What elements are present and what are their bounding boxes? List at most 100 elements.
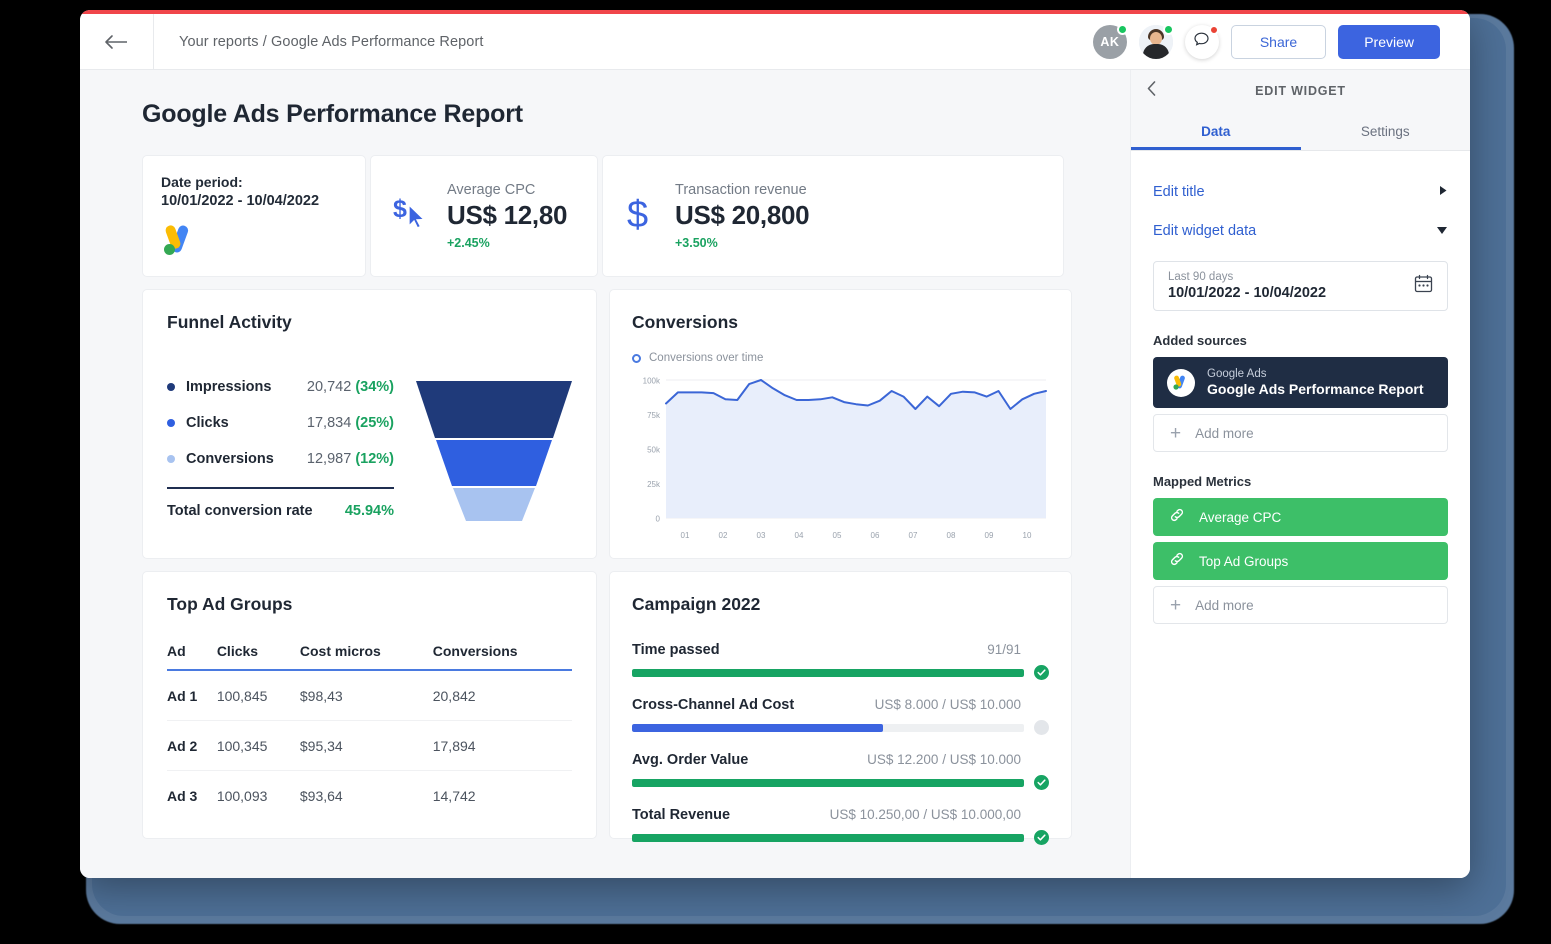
date-preset-label: Last 90 days bbox=[1168, 271, 1326, 283]
metric-chip-top-ad-groups[interactable]: Top Ad Groups bbox=[1153, 542, 1448, 580]
add-more-sources-button[interactable]: + Add more bbox=[1153, 414, 1448, 452]
conversions-title: Conversions bbox=[632, 312, 1049, 333]
add-more-sources-label: Add more bbox=[1195, 426, 1254, 441]
top-bar: Your reports / Google Ads Performance Re… bbox=[80, 14, 1470, 70]
ad-groups-table: Ad Clicks Cost micros Conversions Ad 1 1… bbox=[167, 643, 572, 820]
cpc-cursor-dollar-icon: $ bbox=[393, 193, 431, 240]
svg-text:09: 09 bbox=[985, 531, 994, 540]
svg-text:01: 01 bbox=[681, 531, 690, 540]
column-header-clicks: Clicks bbox=[217, 643, 300, 670]
metric-chip-average-cpc[interactable]: Average CPC bbox=[1153, 498, 1448, 536]
funnel-row: Clicks 17,834 (25%) bbox=[167, 415, 394, 431]
campaign-goal-row: Cross-Channel Ad Cost US$ 8.000 / US$ 10… bbox=[632, 697, 1049, 735]
date-range-picker[interactable]: Last 90 days 10/01/2022 - 10/04/2022 bbox=[1153, 261, 1448, 311]
goal-value: US$ 10.250,00 / US$ 10.000,00 bbox=[830, 807, 1021, 822]
edit-widget-data-label: Edit widget data bbox=[1153, 223, 1256, 239]
date-range-value: 10/01/2022 - 10/04/2022 bbox=[1168, 285, 1326, 301]
page-title: Google Ads Performance Report bbox=[142, 100, 1100, 129]
cell-clicks: 100,093 bbox=[217, 771, 300, 821]
link-icon bbox=[1169, 507, 1185, 528]
kpi-value: US$ 20,800 bbox=[675, 200, 809, 231]
edit-widget-panel: EDIT WIDGET Data Settings Edit title Edi… bbox=[1130, 70, 1470, 878]
table-row: Ad 1 100,845 $98,43 20,842 bbox=[167, 670, 572, 721]
breadcrumb[interactable]: Your reports / Google Ads Performance Re… bbox=[154, 34, 484, 50]
kpi-card-transaction-revenue[interactable]: $ Transaction revenue US$ 20,800 +3.50% bbox=[602, 155, 1064, 277]
avatar-ak[interactable]: AK bbox=[1093, 25, 1127, 59]
tab-data[interactable]: Data bbox=[1131, 112, 1301, 150]
source-card-google-ads[interactable]: Google Ads Google Ads Performance Report bbox=[1153, 357, 1448, 408]
calendar-icon bbox=[1414, 274, 1433, 298]
chevron-down-icon bbox=[1436, 223, 1448, 239]
funnel-total-label: Total conversion rate bbox=[167, 503, 313, 519]
google-ads-logo bbox=[1167, 369, 1195, 397]
cell-conversions: 14,742 bbox=[433, 771, 572, 821]
cell-clicks: 100,345 bbox=[217, 721, 300, 771]
edit-widget-body: Edit title Edit widget data Last bbox=[1131, 151, 1470, 624]
funnel-row: Impressions 20,742 (34%) bbox=[167, 379, 394, 395]
funnel-bullet-impressions bbox=[167, 383, 175, 391]
funnel-row-name: Conversions bbox=[186, 451, 274, 467]
svg-text:08: 08 bbox=[947, 531, 956, 540]
middle-row: Funnel Activity Impressions 20,742 (34%) bbox=[142, 289, 1100, 559]
add-more-metrics-button[interactable]: + Add more bbox=[1153, 586, 1448, 624]
edit-title-row[interactable]: Edit title bbox=[1153, 173, 1448, 212]
edit-widget-tabs: Data Settings bbox=[1131, 112, 1470, 151]
chat-button[interactable] bbox=[1185, 25, 1219, 59]
svg-text:10: 10 bbox=[1023, 531, 1032, 540]
report-canvas: Google Ads Performance Report Date perio… bbox=[80, 70, 1130, 878]
google-ads-logo bbox=[161, 223, 201, 257]
kpi-row: Date period: 10/01/2022 - 10/04/2022 bbox=[142, 155, 1100, 277]
svg-text:75k: 75k bbox=[647, 411, 661, 420]
goal-status-check-icon bbox=[1034, 830, 1049, 845]
kpi-caption: Transaction revenue bbox=[675, 182, 809, 198]
campaign-goal-row: Time passed 91/91 bbox=[632, 642, 1049, 680]
preview-button[interactable]: Preview bbox=[1338, 25, 1440, 59]
legend-marker-icon bbox=[632, 354, 641, 363]
chevron-left-icon[interactable] bbox=[1147, 81, 1156, 101]
funnel-total-row: Total conversion rate 45.94% bbox=[167, 503, 394, 519]
plus-icon: + bbox=[1170, 424, 1181, 443]
cell-cost: $95,34 bbox=[300, 721, 433, 771]
goal-progress-bar bbox=[632, 779, 1024, 787]
funnel-row-value: 12,987 (12%) bbox=[307, 451, 394, 467]
online-status-dot bbox=[1163, 24, 1174, 35]
edit-widget-header: EDIT WIDGET bbox=[1131, 70, 1470, 112]
funnel-row: Conversions 12,987 (12%) bbox=[167, 451, 394, 467]
cell-cost: $98,43 bbox=[300, 670, 433, 721]
kpi-delta: +3.50% bbox=[675, 236, 809, 250]
funnel-activity-title: Funnel Activity bbox=[167, 312, 572, 333]
edit-widget-title: EDIT WIDGET bbox=[1131, 84, 1470, 98]
goal-progress-bar bbox=[632, 724, 1024, 732]
metric-label: Top Ad Groups bbox=[1199, 554, 1288, 569]
source-name: Google Ads Performance Report bbox=[1207, 381, 1424, 397]
goal-status-pending-icon bbox=[1034, 720, 1049, 735]
notification-dot bbox=[1209, 25, 1219, 35]
svg-text:03: 03 bbox=[757, 531, 766, 540]
bottom-row: Top Ad Groups Ad Clicks Cost micros Conv… bbox=[142, 571, 1100, 839]
edit-widget-data-row[interactable]: Edit widget data bbox=[1153, 212, 1448, 251]
avatar-photo[interactable] bbox=[1139, 25, 1173, 59]
kpi-delta: +2.45% bbox=[447, 236, 567, 250]
svg-text:$: $ bbox=[393, 195, 407, 223]
table-row: Ad 2 100,345 $95,34 17,894 bbox=[167, 721, 572, 771]
goal-value: US$ 12.200 / US$ 10.000 bbox=[867, 752, 1021, 767]
link-icon bbox=[1169, 551, 1185, 572]
table-header-row: Ad Clicks Cost micros Conversions bbox=[167, 643, 572, 670]
share-button[interactable]: Share bbox=[1231, 25, 1326, 59]
top-ad-groups-title: Top Ad Groups bbox=[167, 594, 572, 615]
funnel-activity-panel: Funnel Activity Impressions 20,742 (34%) bbox=[142, 289, 597, 559]
kpi-card-average-cpc[interactable]: $ Average CPC US$ 12,80 +2.45% bbox=[370, 155, 598, 277]
top-bar-actions: AK Share bbox=[1093, 25, 1470, 59]
svg-text:05: 05 bbox=[833, 531, 842, 540]
date-period-card[interactable]: Date period: 10/01/2022 - 10/04/2022 bbox=[142, 155, 366, 277]
svg-text:0: 0 bbox=[656, 515, 661, 524]
back-button[interactable] bbox=[80, 14, 154, 70]
tab-settings[interactable]: Settings bbox=[1301, 112, 1471, 150]
svg-text:25k: 25k bbox=[647, 480, 661, 489]
cell-clicks: 100,845 bbox=[217, 670, 300, 721]
goal-value: US$ 8.000 / US$ 10.000 bbox=[875, 697, 1021, 712]
date-period-value: 10/01/2022 - 10/04/2022 bbox=[161, 193, 347, 209]
body: Google Ads Performance Report Date perio… bbox=[80, 70, 1470, 878]
app-window: Your reports / Google Ads Performance Re… bbox=[80, 10, 1470, 878]
svg-text:100k: 100k bbox=[643, 377, 661, 386]
